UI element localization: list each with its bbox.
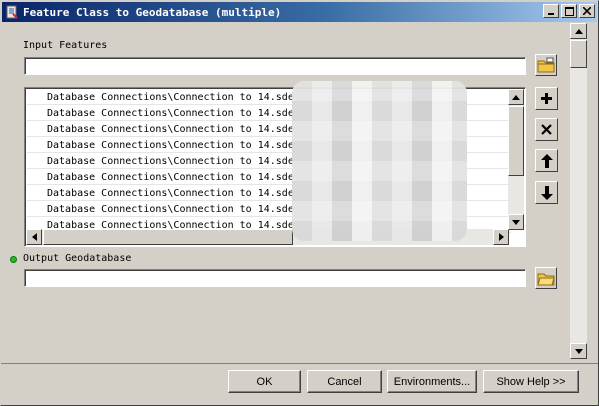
remove-icon xyxy=(541,124,552,135)
scroll-up-button[interactable] xyxy=(508,89,524,105)
close-icon xyxy=(583,7,591,15)
maximize-icon xyxy=(564,6,574,16)
tool-icon xyxy=(5,5,19,19)
folder-open-icon xyxy=(537,273,555,286)
dialog-scroll-thumb[interactable] xyxy=(570,40,587,68)
browse-input-button[interactable] xyxy=(535,54,557,76)
list-vertical-scrollbar[interactable] xyxy=(508,89,524,230)
footer-divider xyxy=(1,363,598,364)
title-bar[interactable]: Feature Class to Geodatabase (multiple) xyxy=(2,2,597,22)
window-title: Feature Class to Geodatabase (multiple) xyxy=(23,5,282,19)
input-features-field[interactable] xyxy=(24,57,526,75)
cancel-button[interactable]: Cancel xyxy=(307,370,382,393)
remove-row-button[interactable] xyxy=(535,118,558,141)
input-features-label: Input Features xyxy=(23,40,108,51)
move-up-icon xyxy=(540,153,553,168)
arrow-up-icon xyxy=(574,28,583,34)
move-up-button[interactable] xyxy=(535,149,558,172)
scroll-right-button[interactable] xyxy=(493,229,509,245)
browse-output-button[interactable] xyxy=(535,267,557,289)
list-scroll-thumb[interactable] xyxy=(508,106,524,176)
scroll-left-button[interactable] xyxy=(26,229,42,245)
arrow-right-icon xyxy=(498,233,504,241)
arrow-left-icon xyxy=(31,233,37,241)
minimize-button[interactable] xyxy=(543,4,559,18)
list-hscroll-thumb[interactable] xyxy=(43,229,293,245)
dialog-scroll-down-button[interactable] xyxy=(570,343,587,359)
show-help-button[interactable]: Show Help >> xyxy=(483,370,579,393)
output-geodatabase-label: Output Geodatabase xyxy=(23,253,132,264)
environments-button[interactable]: Environments... xyxy=(387,370,477,393)
arrow-down-icon xyxy=(574,348,583,354)
folder-browse-icon xyxy=(537,57,555,73)
close-button[interactable] xyxy=(579,4,595,18)
dialog-scroll-up-button[interactable] xyxy=(570,23,587,39)
required-indicator-icon xyxy=(10,256,17,263)
add-icon xyxy=(541,93,552,104)
ok-button[interactable]: OK xyxy=(228,370,301,393)
minimize-icon xyxy=(548,13,554,15)
maximize-button[interactable] xyxy=(561,4,577,18)
move-down-button[interactable] xyxy=(535,181,558,204)
redaction-blur xyxy=(292,81,467,241)
add-row-button[interactable] xyxy=(535,87,558,110)
arrow-up-icon xyxy=(512,94,520,100)
dialog-vertical-scrollbar[interactable] xyxy=(570,23,587,359)
arrow-down-icon xyxy=(512,219,520,225)
dialog-window: Feature Class to Geodatabase (multiple) … xyxy=(0,0,599,406)
output-geodatabase-field[interactable] xyxy=(24,269,526,287)
move-down-icon xyxy=(540,185,553,200)
scroll-down-button[interactable] xyxy=(508,214,524,230)
